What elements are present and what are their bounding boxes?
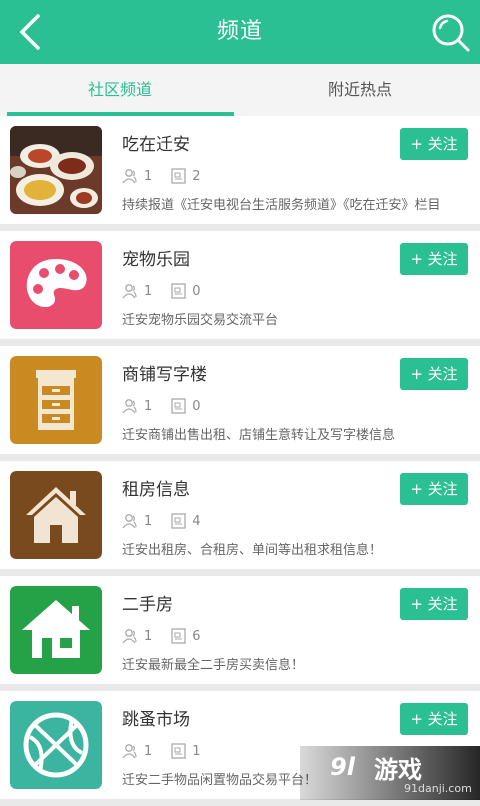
channel-stats: 1 2 [122,166,219,186]
channel-description: 迁安商铺出售出租、店铺生意转让及写字楼信息 [122,428,396,443]
channel-stats: 1 6 [122,626,219,646]
channel-name: 吃在迁安 [122,135,190,155]
channel-stats: 1 0 [122,281,219,301]
follow-button[interactable]: + 关注 [400,588,468,620]
post-count: 1 [192,743,201,759]
channel-description: 迁安宠物乐园交易交流平台 [122,313,279,328]
channel-name: 商铺写字楼 [122,365,207,385]
channel-item[interactable]: 租房信息 1 4 迁安出租房、合租房、单间等出租求租信息！ + 关注 [0,461,480,569]
page-title: 频道 [216,19,263,44]
follow-button[interactable]: + 关注 [400,703,468,735]
channel-item[interactable]: 商铺写字楼 1 0 迁安商铺出售出租、店铺生意转让及写字楼信息 + 关注 [0,346,480,454]
posts-icon [171,398,186,414]
member-count: 1 [144,513,153,529]
members-icon [122,169,137,184]
house-icon [10,586,102,674]
search-icon [432,14,470,52]
search-button[interactable] [426,8,474,56]
follow-button[interactable]: + 关注 [400,243,468,275]
post-count: 4 [192,513,201,529]
members-icon [122,629,137,644]
posts-icon [171,513,186,529]
tab-bar: 社区频道 附近热点 [0,64,480,117]
watermark: 9l 游戏 91danji.com [300,746,480,800]
house-icon [10,471,102,559]
channel-stats: 1 1 [122,741,219,761]
channel-item[interactable]: 吃在迁安 1 2 持续报道《迁安电视台生活服务频道》《吃在迁安》栏目 + 关注 [0,116,480,224]
food-photo-icon [10,126,102,214]
channel-name: 跳蚤市场 [122,710,190,730]
posts-icon [171,168,186,184]
channel-description: 迁安二手物品闲置物品交易平台！ [122,773,318,788]
channel-name: 二手房 [122,595,173,615]
channel-description: 迁安最新最全二手房买卖信息！ [122,658,305,673]
channel-item[interactable]: 宠物乐园 1 0 迁安宠物乐园交易交流平台 + 关注 [0,231,480,339]
member-count: 1 [144,743,153,759]
follow-button[interactable]: + 关注 [400,358,468,390]
posts-icon [171,628,186,644]
post-count: 6 [192,628,201,644]
channel-name: 租房信息 [122,480,190,500]
member-count: 1 [144,628,153,644]
watermark-brand: 游戏 [374,756,422,784]
posts-icon [171,283,186,299]
members-icon [122,744,137,759]
channel-list: 吃在迁安 1 2 持续报道《迁安电视台生活服务频道》《吃在迁安》栏目 + 关注 … [0,116,480,806]
posts-icon [171,743,186,759]
member-count: 1 [144,283,153,299]
channel-name: 宠物乐园 [122,250,190,270]
channel-description: 持续报道《迁安电视台生活服务频道》《吃在迁安》栏目 [122,198,441,213]
watermark-site: 91danji.com [404,782,472,795]
post-count: 0 [192,398,201,414]
members-icon [122,284,137,299]
member-count: 1 [144,168,153,184]
palette-icon [10,241,102,329]
member-count: 1 [144,398,153,414]
channel-item[interactable]: 二手房 1 6 迁安最新最全二手房买卖信息！ + 关注 [0,576,480,684]
watermark-logo: 9l [330,753,355,781]
channel-description: 迁安出租房、合租房、单间等出租求租信息！ [122,543,383,558]
post-count: 0 [192,283,201,299]
follow-button[interactable]: + 关注 [400,128,468,160]
members-icon [122,399,137,414]
follow-button[interactable]: + 关注 [400,473,468,505]
tab-nearby-hot[interactable]: 附近热点 [240,64,480,116]
tab-community-channels[interactable]: 社区频道 [0,64,240,116]
basketball-icon [10,701,102,789]
cabinet-icon [10,356,102,444]
top-bar: 频道 [0,0,480,64]
channel-stats: 1 0 [122,396,219,416]
channel-stats: 1 4 [122,511,219,531]
post-count: 2 [192,168,201,184]
members-icon [122,514,137,529]
